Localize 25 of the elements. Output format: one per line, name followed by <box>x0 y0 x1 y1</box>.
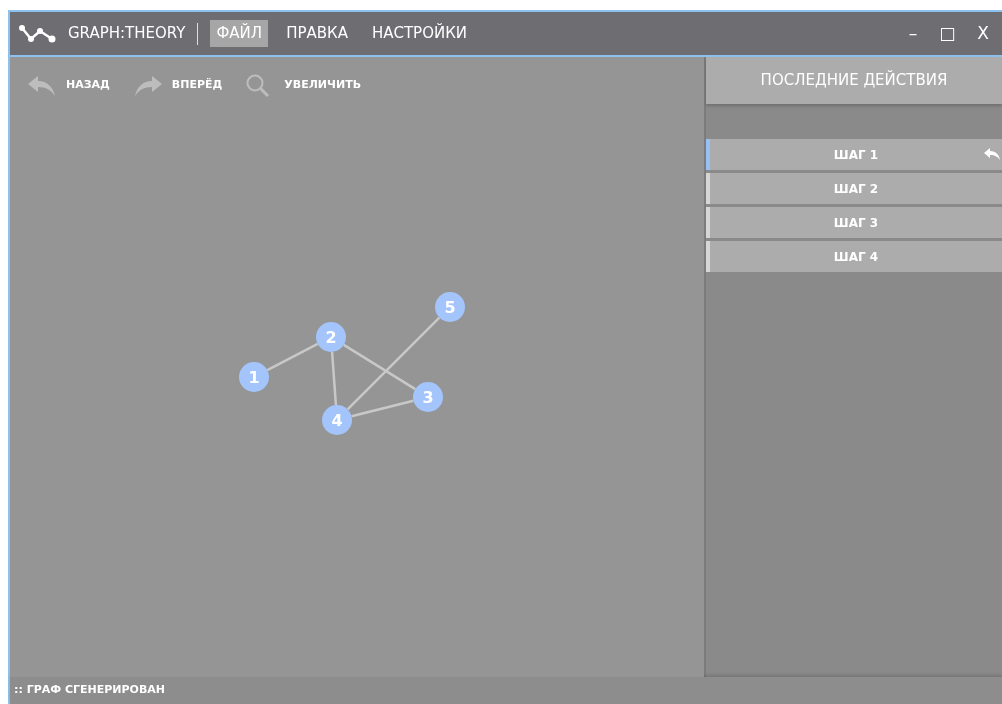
app-name: GRAPH:THEORY <box>68 23 186 45</box>
history-step[interactable]: ШАГ 2 <box>706 173 1002 204</box>
undo-icon <box>984 147 1000 161</box>
status-text: :: ГРАФ СГЕНЕРИРОВАН <box>14 682 166 699</box>
graph-node[interactable]: 2 <box>316 322 346 352</box>
maximize-button[interactable]: □ <box>934 20 961 47</box>
graph-node[interactable]: 5 <box>435 292 465 322</box>
menu-item[interactable]: ПРАВКА <box>280 20 354 47</box>
graph-edge <box>266 342 319 372</box>
graph-node[interactable]: 3 <box>413 382 443 412</box>
panel-header: ПОСЛЕДНИЕ ДЕЙСТВИЯ <box>706 57 1002 104</box>
graph-node[interactable]: 4 <box>322 405 352 435</box>
history-step[interactable]: ШАГ 1 <box>706 139 1002 170</box>
history-step[interactable]: ШАГ 4 <box>706 241 1002 272</box>
logo-icon <box>18 23 56 44</box>
zoom-button[interactable]: УВЕЛИЧИТЬ <box>244 73 362 97</box>
menu-item[interactable]: НАСТРОЙКИ <box>365 20 474 47</box>
close-button[interactable]: X <box>972 20 994 47</box>
graph-edge <box>330 351 338 406</box>
menu-item[interactable]: ФАЙЛ <box>210 20 269 47</box>
forward-button[interactable]: ВПЕРЁД <box>131 73 223 97</box>
back-button[interactable]: НАЗАД <box>26 73 110 97</box>
history-step[interactable]: ШАГ 3 <box>706 207 1002 238</box>
graph-node[interactable]: 1 <box>239 362 269 392</box>
minimize-button[interactable]: – <box>903 20 923 47</box>
